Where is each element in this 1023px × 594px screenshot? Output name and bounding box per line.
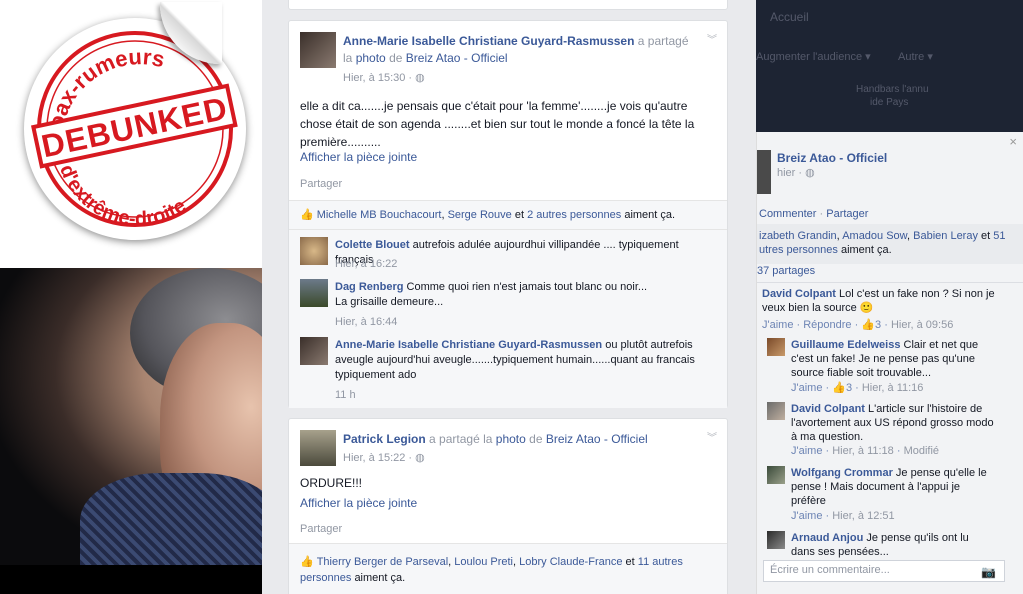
- screenshot-root: Hoax-rumeurs d'extrême-droite DEBUNKED: [0, 0, 1023, 594]
- camera-icon[interactable]: 📷: [981, 565, 996, 579]
- comment-time[interactable]: Hier, à 16:44: [335, 316, 397, 328]
- share-link[interactable]: Partager: [300, 523, 342, 535]
- close-icon[interactable]: ×: [1009, 134, 1017, 149]
- chevron-down-icon[interactable]: ︾: [707, 429, 717, 444]
- shared-photo-link[interactable]: photo: [496, 432, 526, 446]
- comment-avatar[interactable]: [300, 337, 328, 365]
- chat-comment: Guillaume Edelweiss Clair et net que c'e…: [791, 339, 979, 379]
- comment-meta: J'aime · Hier, à 12:51: [791, 510, 895, 522]
- likes-summary: 👍 Thierry Berger de Parseval, Loulou Pret…: [300, 556, 683, 584]
- shared-page-link[interactable]: Breiz Atao - Officiel: [546, 432, 648, 446]
- likes-section: 👍 Thierry Berger de Parseval, Loulou Pret…: [289, 543, 727, 594]
- post-author[interactable]: Anne-Marie Isabelle Christiane Guyard-Ra…: [343, 34, 634, 48]
- comment-avatar[interactable]: [300, 279, 328, 307]
- comment-author[interactable]: Arnaud Anjou: [791, 532, 863, 544]
- post-text: ORDURE!!!: [300, 476, 363, 490]
- portrait-photo: [0, 268, 262, 565]
- chevron-down-icon[interactable]: ︾: [707, 31, 717, 46]
- post-author[interactable]: Patrick Legion: [343, 432, 426, 446]
- nav-autre[interactable]: Autre ▾: [898, 50, 933, 63]
- share-action[interactable]: Partager: [826, 208, 868, 220]
- post-actions: Commenter · Partager: [759, 208, 869, 220]
- like-link[interactable]: J'aime: [791, 445, 822, 457]
- share-link[interactable]: Partager: [300, 178, 342, 190]
- page-name[interactable]: Breiz Atao - Officiel: [777, 151, 887, 165]
- photo-bottom-bar: [0, 565, 262, 594]
- comment-author[interactable]: David Colpant: [791, 403, 865, 415]
- page-avatar[interactable]: [757, 150, 771, 194]
- comment-time[interactable]: 11 h: [335, 389, 356, 401]
- chat-comment: Arnaud Anjou Je pense qu'ils ont lu dans…: [791, 532, 969, 558]
- nav-accueil[interactable]: Accueil: [770, 10, 809, 24]
- like-link[interactable]: J'aime: [762, 319, 793, 331]
- shared-page-link[interactable]: Breiz Atao - Officiel: [406, 51, 508, 65]
- shares-count[interactable]: 37 partages: [757, 265, 815, 277]
- post-card: Patrick Legion a partagé la photo de Bre…: [288, 418, 728, 594]
- comment-author[interactable]: Colette Blouet: [335, 239, 410, 251]
- post-header: Patrick Legion a partagé la photo de Bre…: [343, 432, 648, 446]
- shared-photo-link[interactable]: photo: [356, 51, 386, 65]
- comment-author[interactable]: Wolfgang Crommar: [791, 467, 893, 479]
- comment-author[interactable]: Anne-Marie Isabelle Christiane Guyard-Ra…: [335, 339, 602, 351]
- comment-meta: J'aime · Hier, à 11:18 · Modifié: [791, 445, 940, 457]
- post-card: Anne-Marie Isabelle Christiane Guyard-Ra…: [288, 20, 728, 408]
- previous-post-card: [288, 0, 728, 10]
- author-avatar[interactable]: [300, 430, 336, 466]
- comment-avatar[interactable]: [767, 402, 785, 420]
- nav-hint1: Handbars l'annu: [856, 84, 929, 95]
- comment-avatar[interactable]: [300, 237, 328, 265]
- post-text: elle a dit ca.......je pensais que c'éta…: [300, 99, 695, 149]
- nav-audience[interactable]: Augmenter l'audience ▾: [756, 50, 871, 63]
- globe-icon: ◍: [415, 452, 425, 464]
- likes-comments-section: 👍 Michelle MB Bouchacourt, Serge Rouve et…: [289, 200, 727, 408]
- comment-avatar[interactable]: [767, 531, 785, 549]
- comment-text: Dag Renberg Comme quoi rien n'est jamais…: [335, 281, 648, 308]
- comment-time[interactable]: Hier, à 16:22: [335, 258, 397, 270]
- comment-meta: J'aime · 👍3 · Hier, à 11:16: [791, 382, 924, 394]
- post-header: Anne-Marie Isabelle Christiane Guyard-Ra…: [343, 34, 689, 65]
- attachment-link[interactable]: Afficher la pièce jointe: [300, 150, 417, 164]
- author-avatar[interactable]: [300, 32, 336, 68]
- comment-input[interactable]: Écrire un commentaire... 📷: [763, 560, 1005, 582]
- thumbs-up-icon: 👍: [832, 382, 846, 394]
- globe-icon: ◍: [805, 167, 815, 179]
- news-feed: Anne-Marie Isabelle Christiane Guyard-Ra…: [262, 0, 756, 594]
- globe-icon: ◍: [415, 72, 425, 84]
- comment-author[interactable]: Guillaume Edelweiss: [791, 339, 900, 351]
- like-link[interactable]: J'aime: [791, 510, 822, 522]
- comment-author[interactable]: David Colpant: [762, 288, 836, 300]
- likes-summary: izabeth Grandin, Amadou Sow, Babien Lera…: [759, 230, 1006, 256]
- comments-flyout: × Breiz Atao - Officiel hier · ◍ Comment…: [756, 132, 1023, 594]
- comment-meta: J'aime · Répondre · 👍3 · Hier, à 09:56: [762, 319, 954, 331]
- thumbs-up-icon: 👍: [861, 319, 876, 331]
- page-timestamp[interactable]: hier · ◍: [777, 166, 815, 179]
- nav-hint2: ide Pays: [870, 97, 909, 108]
- chat-comment: David Colpant Lol c'est un fake non ? Si…: [762, 288, 995, 314]
- comment-action[interactable]: Commenter: [759, 208, 816, 220]
- thumbs-up-icon: 👍: [300, 209, 314, 221]
- stamp-bottom-text: d'extrême-droite: [55, 162, 190, 231]
- debunked-stamp-area: Hoax-rumeurs d'extrême-droite DEBUNKED: [0, 0, 262, 265]
- chat-comment: David Colpant L'article sur l'histoire d…: [791, 403, 994, 443]
- comment-text: Anne-Marie Isabelle Christiane Guyard-Ra…: [335, 339, 695, 381]
- post-timestamp[interactable]: Hier, à 15:22 · ◍: [343, 451, 425, 464]
- like-link[interactable]: J'aime: [791, 382, 822, 394]
- thumbs-up-icon: 👍: [300, 556, 314, 568]
- dimmed-top-nav: Accueil Augmenter l'audience ▾ Autre ▾ H…: [756, 0, 1023, 132]
- chat-comment: Wolfgang Crommar Je pense qu'elle le pen…: [791, 467, 987, 507]
- reply-link[interactable]: Répondre: [803, 319, 851, 331]
- likes-summary: 👍 Michelle MB Bouchacourt, Serge Rouve et…: [300, 209, 676, 221]
- attachment-link[interactable]: Afficher la pièce jointe: [300, 496, 417, 510]
- comment-avatar[interactable]: [767, 466, 785, 484]
- likes-box: izabeth Grandin, Amadou Sow, Babien Lera…: [757, 224, 1023, 264]
- post-timestamp[interactable]: Hier, à 15:30 · ◍: [343, 71, 425, 84]
- comment-avatar[interactable]: [767, 338, 785, 356]
- comment-author[interactable]: Dag Renberg: [335, 281, 403, 293]
